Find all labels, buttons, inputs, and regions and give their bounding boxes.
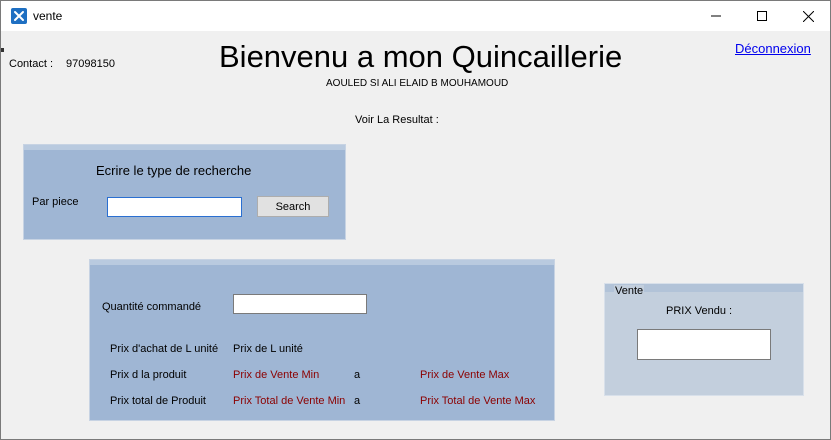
prix-vendu-label: PRIX Vendu :: [666, 305, 733, 317]
close-icon: [802, 10, 814, 22]
search-input[interactable]: [107, 197, 242, 217]
par-piece-label: Par piece: [32, 196, 79, 208]
total-max-sale-price: Prix Total de Vente Max: [420, 395, 536, 407]
search-heading: Ecrire le type de recherche: [96, 163, 252, 178]
panel-top-strip: [90, 260, 554, 265]
close-button[interactable]: [785, 1, 831, 31]
contact-value: 97098150: [66, 58, 115, 70]
minimize-icon: [711, 15, 721, 17]
range-separator: a: [354, 369, 361, 381]
vente-groupbox: Vente PRIX Vendu :: [604, 283, 804, 396]
total-min-sale-price: Prix Total de Vente Min: [233, 395, 346, 407]
total-price-label: Prix total de Produit: [110, 395, 206, 407]
result-label: Voir La Resultat :: [355, 114, 439, 126]
maximize-button[interactable]: [739, 1, 785, 31]
quantity-input[interactable]: [233, 294, 367, 314]
product-panel: Quantité commandé Prix d'achat de L unit…: [89, 259, 555, 421]
max-sale-price: Prix de Vente Max: [420, 369, 510, 381]
minimize-button[interactable]: [693, 1, 739, 31]
page-title: Bienvenu a mon Quincaillerie: [219, 39, 623, 74]
page-subtitle: AOULED SI ALI ELAID B MOUHAMOUD: [326, 78, 509, 89]
window-title: vente: [33, 9, 63, 23]
contact-label: Contact :: [9, 58, 54, 70]
app-window: vente Contact : 97098150 Bienvenu a mon …: [0, 0, 831, 440]
product-price-label: Prix d la produit: [110, 369, 187, 381]
unit-price-label: Prix d'achat de L unité: [110, 343, 219, 355]
title-bar[interactable]: vente: [1, 1, 830, 31]
prix-vendu-input[interactable]: [637, 329, 771, 360]
search-button[interactable]: Search: [257, 196, 329, 217]
min-sale-price: Prix de Vente Min: [233, 369, 320, 381]
logout-link[interactable]: Déconnexion: [735, 41, 811, 56]
app-tools-icon: [11, 8, 27, 24]
unit-price-value: Prix de L unité: [233, 343, 303, 355]
quantity-label: Quantité commandé: [102, 301, 202, 313]
vente-legend: Vente: [614, 285, 645, 297]
maximize-icon: [757, 11, 767, 21]
panel-top-strip: [24, 145, 345, 150]
search-panel: Ecrire le type de recherche Par piece Se…: [23, 144, 346, 240]
range-separator: a: [354, 395, 361, 407]
left-edge-marker: [1, 48, 4, 52]
form-client-area: Contact : 97098150 Bienvenu a mon Quinca…: [1, 31, 830, 439]
